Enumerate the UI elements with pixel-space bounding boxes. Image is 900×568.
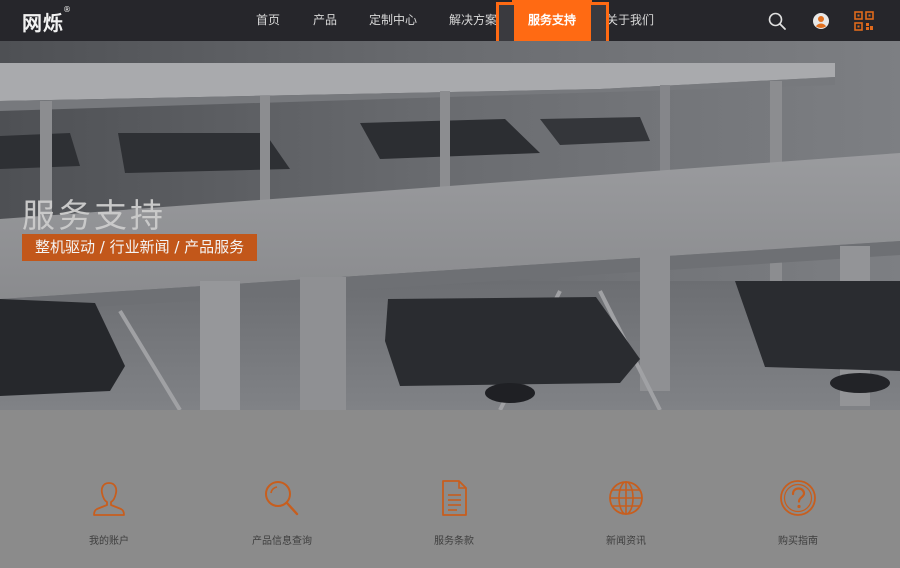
service-my-account[interactable]: 我的账户 <box>59 478 159 547</box>
magnifier-icon <box>265 481 299 516</box>
document-icon <box>442 480 467 516</box>
service-label: 产品信息查询 <box>252 536 312 547</box>
service-shortcuts: 我的账户 产品信息查询 服务条款 新闻资讯 购买指南 <box>0 410 900 568</box>
service-label: 购买指南 <box>778 536 818 547</box>
main-nav: 首页 产品 定制中心 解决方案 服务支持 关于我们 <box>0 0 900 41</box>
service-label: 新闻资讯 <box>606 536 646 547</box>
user-outline-icon <box>93 482 125 516</box>
service-terms[interactable]: 服务条款 <box>404 478 504 547</box>
service-buying-guide[interactable]: 购买指南 <box>748 478 848 547</box>
service-product-lookup[interactable]: 产品信息查询 <box>232 478 332 547</box>
nav-item-about-us[interactable]: 关于我们 <box>606 0 654 41</box>
nav-item-products[interactable]: 产品 <box>313 0 337 41</box>
hero-banner: 服务支持 整机驱动 / 行业新闻 / 产品服务 <box>0 41 900 410</box>
nav-item-home[interactable]: 首页 <box>256 0 280 41</box>
service-news[interactable]: 新闻资讯 <box>576 478 676 547</box>
hero-title: 服务支持 <box>22 196 166 235</box>
service-label: 服务条款 <box>434 536 474 547</box>
globe-icon <box>609 481 643 515</box>
top-navigation-bar: 网烁 ® 首页 产品 定制中心 解决方案 服务支持 关于我们 <box>0 0 900 56</box>
help-icon <box>780 480 816 516</box>
nav-item-service-support[interactable]: 服务支持 <box>512 0 592 41</box>
hero-subtitle: 整机驱动 / 行业新闻 / 产品服务 <box>22 234 258 261</box>
user-icon[interactable] <box>810 10 832 32</box>
search-icon[interactable] <box>766 10 788 32</box>
qr-code-icon[interactable] <box>853 10 875 32</box>
service-label: 我的账户 <box>89 536 129 547</box>
nav-item-custom-center[interactable]: 定制中心 <box>369 0 417 41</box>
nav-item-solutions[interactable]: 解决方案 <box>449 0 497 41</box>
